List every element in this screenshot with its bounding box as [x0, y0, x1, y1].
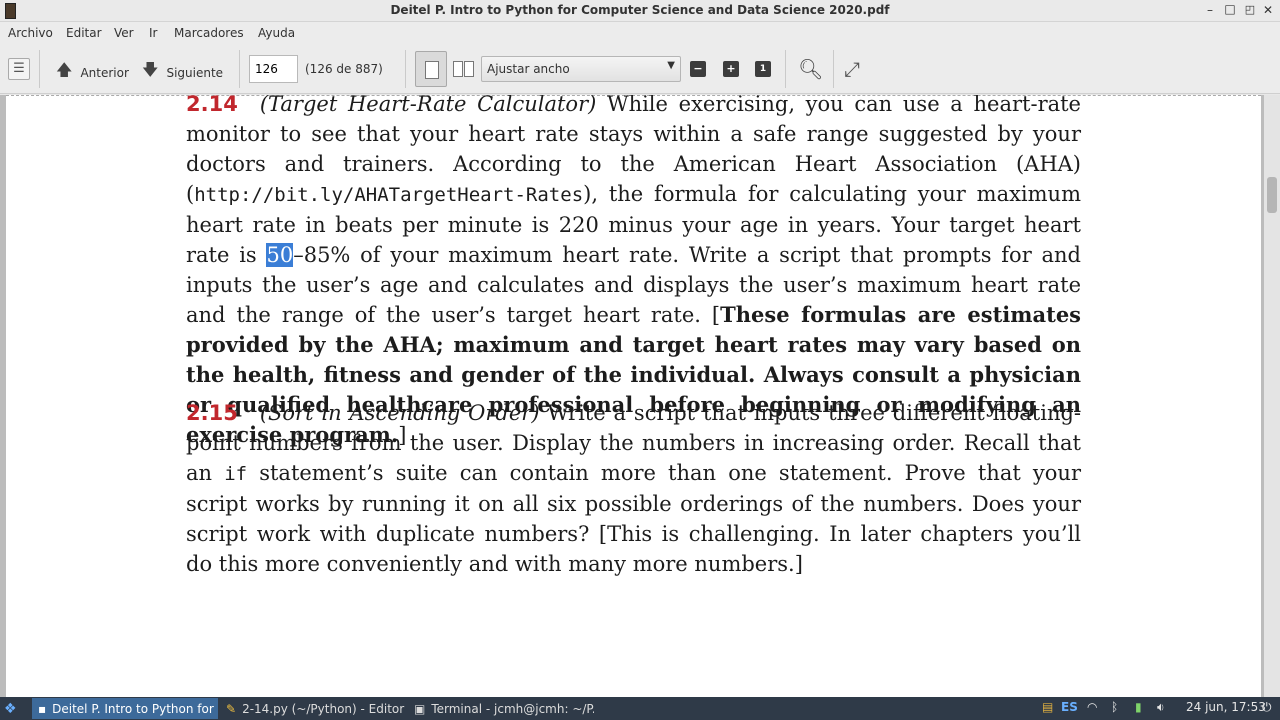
minus-icon: −	[693, 62, 703, 75]
toolbar-separator	[785, 50, 786, 88]
minimize-button[interactable]: –	[1202, 2, 1218, 18]
menu-archivo[interactable]: Archivo	[8, 26, 53, 40]
wifi-icon[interactable]: ◠	[1087, 700, 1097, 714]
one-icon: 1	[759, 64, 767, 74]
exercise-title: (Sort in Ascending Order)	[259, 401, 540, 425]
next-page-label: Siguiente	[166, 65, 224, 80]
zoom-reset-button[interactable]: 1	[755, 61, 771, 77]
exercise-2-14: 2.14 (Target Heart-Rate Calculator) While…	[186, 95, 1081, 450]
maximize-button[interactable]: □	[1222, 1, 1238, 17]
editor-icon: ✎	[226, 701, 237, 716]
start-menu-icon[interactable]: ❖	[4, 701, 20, 717]
keyboard-layout[interactable]: ES	[1061, 700, 1078, 714]
exercise-text: statement’s suite can contain more than …	[186, 461, 1081, 576]
menu-editar[interactable]: Editar	[66, 26, 102, 40]
menu-marcadores[interactable]: Marcadores	[174, 26, 244, 40]
search-icon: 🔍︎	[798, 57, 824, 81]
taskbar: ❖ ▪ Deitel P. Intro to Python for ... ✎ …	[0, 697, 1280, 720]
document-view[interactable]: 2.14 (Target Heart-Rate Calculator) While…	[0, 95, 1280, 697]
vertical-scrollbar[interactable]	[1264, 95, 1280, 697]
selected-text: 50	[266, 243, 294, 267]
zoom-in-button[interactable]: +	[723, 61, 739, 77]
scrollbar-thumb[interactable]	[1267, 177, 1277, 213]
pdf-icon: ▪	[38, 701, 47, 716]
chevron-down-icon: ▼	[667, 60, 675, 71]
next-page-button[interactable]: 🡇 Siguiente	[142, 59, 223, 86]
toolbar-separator	[833, 50, 834, 88]
exercise-number: 2.15	[186, 401, 238, 425]
menu-ayuda[interactable]: Ayuda	[258, 26, 295, 40]
zoom-select-value: Ajustar ancho	[487, 62, 570, 76]
power-icon[interactable]: ⏻	[1262, 700, 1272, 715]
single-page-icon	[425, 61, 439, 79]
fullscreen-icon: ⤢	[844, 57, 860, 81]
task-text-editor[interactable]: ✎ 2-14.py (~/Python) - Editor d...	[220, 698, 406, 719]
toolbar-separator	[405, 50, 406, 88]
arrow-up-icon: 🡅	[56, 60, 73, 79]
exercise-title: (Target Heart-Rate Calculator)	[259, 95, 597, 116]
task-pdf-viewer[interactable]: ▪ Deitel P. Intro to Python for ...	[32, 698, 218, 719]
menu-ver[interactable]: Ver	[114, 26, 134, 40]
clipboard-icon[interactable]: ▤	[1042, 700, 1053, 714]
zoom-out-button[interactable]: −	[690, 61, 706, 77]
sidebar-toggle-icon[interactable]: ☰	[8, 58, 30, 80]
page-number-input[interactable]	[249, 55, 298, 83]
task-label: Deitel P. Intro to Python for ...	[52, 701, 218, 716]
battery-icon[interactable]: ▮	[1135, 700, 1142, 714]
clock[interactable]: 24 jun, 17:53	[1186, 700, 1266, 714]
fullscreen-button[interactable]: ⤢	[844, 57, 860, 81]
exercise-2-15: 2.15 (Sort in Ascending Order) Write a sc…	[186, 398, 1081, 579]
restore-button[interactable]: ◰	[1242, 2, 1258, 18]
title-bar: Deitel P. Intro to Python for Computer S…	[0, 0, 1280, 22]
search-button[interactable]: 🔍︎	[798, 57, 823, 81]
exercise-url: http://bit.ly/AHATargetHeart-Rates	[194, 184, 584, 206]
task-terminal[interactable]: ▣ Terminal - jcmh@jcmh: ~/P...	[408, 698, 594, 719]
previous-page-label: Anterior	[80, 65, 129, 80]
exercise-number: 2.14	[186, 95, 238, 116]
dual-page-icon-right	[464, 61, 474, 77]
previous-page-button[interactable]: 🡅 Anterior	[56, 59, 129, 86]
dual-page-view-button[interactable]	[453, 61, 475, 77]
menu-ir[interactable]: Ir	[149, 26, 157, 40]
plus-icon: +	[726, 62, 736, 75]
toolbar: ☰ 🡅 Anterior 🡇 Siguiente (126 de 887) Aj…	[0, 44, 1280, 94]
exercise-code: if	[224, 463, 248, 485]
bluetooth-icon[interactable]: ᛒ	[1111, 700, 1118, 714]
toolbar-separator	[39, 50, 40, 88]
volume-icon[interactable]: 🔉︎	[1157, 700, 1165, 715]
arrow-down-icon: 🡇	[142, 60, 159, 79]
close-button[interactable]: ✕	[1260, 2, 1276, 18]
window-title: Deitel P. Intro to Python for Computer S…	[390, 3, 890, 17]
task-label: 2-14.py (~/Python) - Editor d...	[242, 701, 406, 716]
single-page-view-button[interactable]	[415, 51, 447, 87]
menu-bar: Archivo Editar Ver Ir Marcadores Ayuda	[0, 22, 1280, 44]
toolbar-separator	[239, 50, 240, 88]
zoom-select[interactable]: Ajustar ancho ▼	[481, 56, 681, 82]
dual-page-icon	[453, 61, 463, 77]
page-count: (126 de 887)	[305, 62, 383, 76]
task-label: Terminal - jcmh@jcmh: ~/P...	[431, 701, 594, 716]
terminal-icon: ▣	[414, 701, 426, 716]
